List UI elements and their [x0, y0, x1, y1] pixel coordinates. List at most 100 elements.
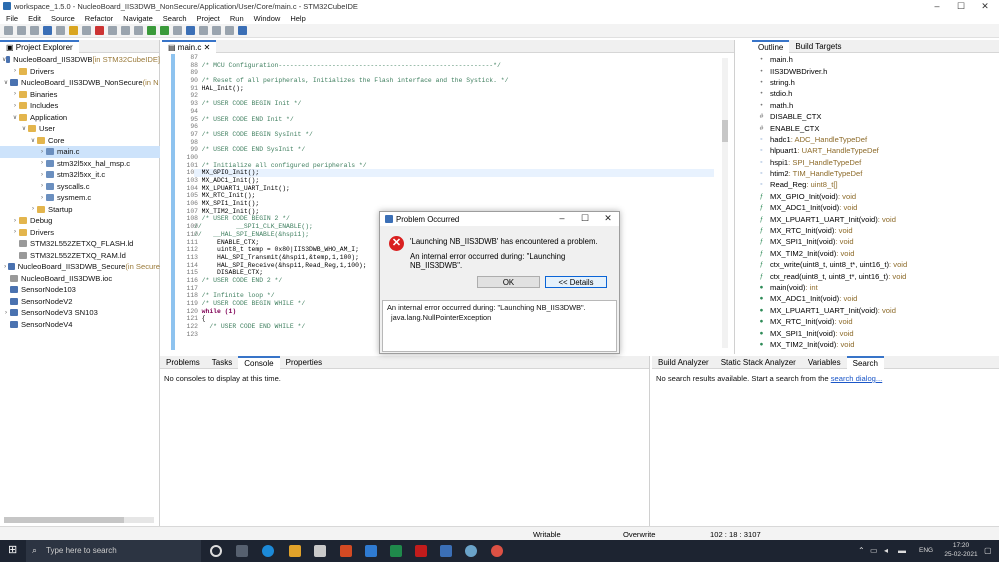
step-over-icon[interactable]	[121, 26, 130, 35]
code-line[interactable]: /* USER CODE BEGIN SysInit */	[194, 131, 714, 139]
expand-toggle-icon[interactable]: ›	[38, 160, 46, 166]
menu-help[interactable]: Help	[290, 14, 305, 23]
tree-item[interactable]: › syscalls.c	[0, 181, 160, 193]
tree-item[interactable]: › Debug	[0, 215, 160, 227]
outline-item[interactable]: ● main(void) : int	[752, 282, 999, 293]
menu-file[interactable]: File	[6, 14, 18, 23]
outline-item[interactable]: ● MX_ADC1_Init(void) : void	[752, 293, 999, 304]
code-line[interactable]: HAL_Init();	[194, 85, 714, 93]
tree-item[interactable]: › sysmem.c	[0, 192, 160, 204]
search-toolbar-icon[interactable]	[186, 26, 195, 35]
tab-build-analyzer[interactable]: Build Analyzer	[652, 356, 715, 369]
code-line[interactable]	[194, 69, 714, 77]
menu-search[interactable]: Search	[163, 14, 187, 23]
outline-item[interactable]: ◦ hlpuart1 : UART_HandleTypeDef	[752, 145, 999, 156]
stop-icon[interactable]	[95, 26, 104, 35]
expand-toggle-icon[interactable]: ∨	[2, 79, 10, 86]
save-all-icon[interactable]	[30, 26, 39, 35]
outline-item[interactable]: ● MX_RTC_Init(void) : void	[752, 316, 999, 327]
expand-toggle-icon[interactable]: ∨	[20, 125, 28, 132]
tree-item[interactable]: › stm32l5xx_hal_msp.c	[0, 158, 160, 170]
menu-project[interactable]: Project	[197, 14, 220, 23]
code-line[interactable]	[194, 92, 714, 100]
run-icon[interactable]	[160, 26, 169, 35]
outline-item[interactable]: • string.h	[752, 77, 999, 88]
code-line[interactable]	[194, 54, 714, 62]
maximize-button[interactable]: ☐	[949, 0, 973, 12]
debug-config-icon[interactable]	[69, 26, 78, 35]
tree-item[interactable]: SensorNodeV2	[0, 296, 160, 308]
expand-toggle-icon[interactable]: ›	[38, 183, 46, 189]
tab-main-c[interactable]: ▤ main.c ✕	[162, 39, 217, 53]
code-line[interactable]	[194, 123, 714, 131]
code-line[interactable]: MX_RTC_Init();	[194, 192, 714, 200]
outline-item[interactable]: ◦ htim2 : TIM_HandleTypeDef	[752, 168, 999, 179]
tray-chevron-icon[interactable]: ⌃	[858, 546, 865, 555]
stm32cubeide-icon[interactable]	[440, 545, 452, 557]
new-icon[interactable]	[4, 26, 13, 35]
code-line[interactable]: MX_GPIO_Init();	[194, 169, 714, 177]
tree-item[interactable]: › Drivers	[0, 227, 160, 239]
expand-toggle-icon[interactable]: ›	[29, 206, 37, 212]
outline-item[interactable]: • IIS3DWBDriver.h	[752, 65, 999, 76]
debug-icon[interactable]	[147, 26, 156, 35]
tree-item[interactable]: SensorNodeV4	[0, 319, 160, 331]
expand-toggle-icon[interactable]: ›	[11, 218, 19, 224]
step-return-icon[interactable]	[134, 26, 143, 35]
outline-item[interactable]: # DISABLE_CTX	[752, 111, 999, 122]
outline-item[interactable]: ƒ MX_RTC_Init(void) : void	[752, 225, 999, 236]
dialog-minimize-button[interactable]: –	[552, 213, 572, 223]
outline-item[interactable]: • stdio.h	[752, 88, 999, 99]
code-line[interactable]: /* Reset of all peripherals, Initializes…	[194, 77, 714, 85]
tab-search[interactable]: Search	[846, 355, 884, 369]
details-text-area[interactable]: An internal error occurred during: "Laun…	[382, 300, 617, 352]
outline-item[interactable]: ◦ hspi1 : SPI_HandleTypeDef	[752, 157, 999, 168]
tree-item[interactable]: STM32L552ZETXQ_FLASH.ld	[0, 238, 160, 250]
menu-source[interactable]: Source	[51, 14, 75, 23]
app-icon[interactable]	[465, 545, 477, 557]
task-view-icon[interactable]	[236, 545, 248, 557]
step-into-icon[interactable]	[108, 26, 117, 35]
external-tools-icon[interactable]	[173, 26, 182, 35]
tree-item[interactable]: ∨ NucleoBoard_IIS3DWB [in STM32CubeIDE]	[0, 54, 160, 66]
taskbar-search-box[interactable]: ⌕ Type here to search	[26, 540, 201, 562]
mail-icon[interactable]	[365, 545, 377, 557]
expand-toggle-icon[interactable]: ›	[38, 195, 46, 201]
excel-icon[interactable]	[390, 545, 402, 557]
tab-build-targets[interactable]: Build Targets	[789, 40, 847, 53]
tab-console[interactable]: Console	[238, 355, 280, 369]
expand-toggle-icon[interactable]: ∨	[11, 114, 19, 121]
tree-item[interactable]: STM32L552ZETXQ_RAM.ld	[0, 250, 160, 262]
expand-toggle-icon[interactable]: ›	[11, 229, 19, 235]
menu-refactor[interactable]: Refactor	[85, 14, 113, 23]
open-type-icon[interactable]	[199, 26, 208, 35]
outline-item[interactable]: ƒ MX_SPI1_Init(void) : void	[752, 236, 999, 247]
save-icon[interactable]	[17, 26, 26, 35]
code-line[interactable]: /* USER CODE END SysInit */	[194, 146, 714, 154]
tree-item[interactable]: › Drivers	[0, 66, 160, 78]
edge-icon[interactable]	[262, 545, 274, 557]
outline-item[interactable]: ƒ MX_LPUART1_UART_Init(void) : void	[752, 213, 999, 224]
dialog-maximize-button[interactable]: ☐	[575, 213, 595, 224]
menu-run[interactable]: Run	[230, 14, 244, 23]
minimize-button[interactable]: –	[925, 0, 949, 12]
search-dialog-link[interactable]: search dialog...	[831, 374, 883, 383]
tree-item[interactable]: › NucleoBoard_IIS3DWB_Secure (in Secure	[0, 261, 160, 273]
tab-project-explorer[interactable]: ▣ Project Explorer	[0, 39, 79, 53]
tree-item[interactable]: ∨ NucleoBoard_IIS3DWB_NonSecure (in N	[0, 77, 160, 89]
horizontal-scrollbar[interactable]	[4, 517, 154, 523]
code-line[interactable]: /* MCU Configuration--------------------…	[194, 62, 714, 70]
tab-problems[interactable]: Problems	[160, 356, 206, 369]
ok-button[interactable]: OK	[477, 276, 540, 288]
outline-item[interactable]: ƒ MX_ADC1_Init(void) : void	[752, 202, 999, 213]
outline-item[interactable]: ƒ ctx_read(uint8_t, uint8_t*, uint16_t) :…	[752, 270, 999, 281]
expand-toggle-icon[interactable]: ›	[38, 172, 46, 178]
tab-properties[interactable]: Properties	[280, 356, 328, 369]
outline-item[interactable]: ● MX_TIM2_Init(void) : void	[752, 339, 999, 350]
volume-icon[interactable]: ◂	[884, 546, 888, 555]
tree-item[interactable]: ∨ User	[0, 123, 160, 135]
close-button[interactable]: ✕	[973, 0, 997, 12]
tree-item[interactable]: › main.c	[0, 146, 160, 158]
menu-navigate[interactable]: Navigate	[123, 14, 153, 23]
forward-icon[interactable]	[225, 26, 234, 35]
